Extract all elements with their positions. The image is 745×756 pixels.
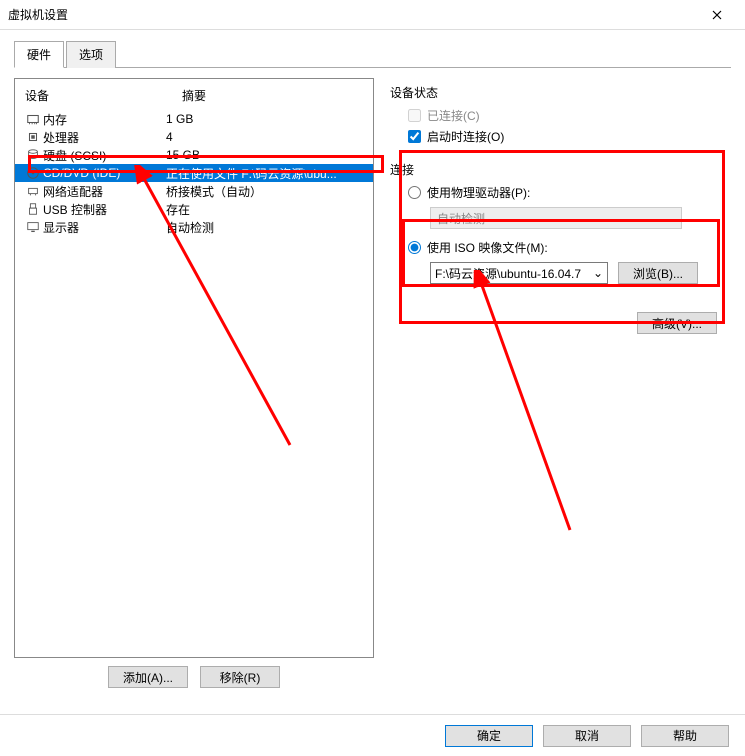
status-group: 已连接(C) 启动时连接(O) <box>390 107 725 159</box>
connected-row: 已连接(C) <box>408 107 725 124</box>
col-summary: 摘要 <box>182 87 367 104</box>
device-name: CD/DVD (IDE) <box>43 166 166 180</box>
physical-label: 使用物理驱动器(P): <box>427 184 530 201</box>
left-panel: 设备 摘要 内存1 GB处理器4硬盘 (SCSI)15 GBCD/DVD (ID… <box>14 78 374 688</box>
physical-radio-row: 使用物理驱动器(P): <box>408 184 725 201</box>
poweron-checkbox[interactable] <box>408 130 421 143</box>
device-row-disk[interactable]: 硬盘 (SCSI)15 GB <box>15 146 373 164</box>
physical-radio[interactable] <box>408 186 421 199</box>
add-button[interactable]: 添加(A)... <box>108 666 188 688</box>
advanced-button[interactable]: 高级(V)... <box>637 312 717 334</box>
iso-label: 使用 ISO 映像文件(M): <box>427 239 548 256</box>
poweron-label: 启动时连接(O) <box>427 128 504 145</box>
device-list-header: 设备 摘要 <box>15 85 373 110</box>
chevron-down-icon: ⌄ <box>593 266 603 280</box>
tab-options[interactable]: 选项 <box>66 41 116 68</box>
iso-path-text: F:\码云资源\ubuntu-16.04.7 <box>435 265 581 282</box>
device-name: USB 控制器 <box>43 201 166 218</box>
main-columns: 设备 摘要 内存1 GB处理器4硬盘 (SCSI)15 GBCD/DVD (ID… <box>14 78 731 688</box>
device-name: 显示器 <box>43 219 166 236</box>
device-value: 1 GB <box>166 112 367 126</box>
display-icon <box>23 220 43 234</box>
device-value: 15 GB <box>166 148 367 162</box>
device-row-cpu[interactable]: 处理器4 <box>15 128 373 146</box>
iso-radio-row: 使用 ISO 映像文件(M): <box>408 239 725 256</box>
connection-group: 使用物理驱动器(P): 自动检测 使用 ISO 映像文件(M): F:\码云资源… <box>390 184 725 302</box>
device-row-usb[interactable]: USB 控制器存在 <box>15 200 373 218</box>
ok-button[interactable]: 确定 <box>445 725 533 747</box>
memory-icon <box>23 112 43 126</box>
remove-button[interactable]: 移除(R) <box>200 666 280 688</box>
usb-icon <box>23 202 43 216</box>
net-icon <box>23 184 43 198</box>
device-list: 设备 摘要 内存1 GB处理器4硬盘 (SCSI)15 GBCD/DVD (ID… <box>14 78 374 658</box>
dialog-footer: 确定 取消 帮助 <box>0 714 745 756</box>
tab-strip: 硬件 选项 <box>14 40 731 68</box>
connected-label: 已连接(C) <box>427 107 480 124</box>
close-icon <box>712 10 722 20</box>
device-name: 硬盘 (SCSI) <box>43 147 166 164</box>
device-name: 内存 <box>43 111 166 128</box>
physical-sub: 自动检测 <box>430 207 725 229</box>
device-value: 正在使用文件 F:\码云资源\ubu... <box>166 165 367 182</box>
device-row-display[interactable]: 显示器自动检测 <box>15 218 373 236</box>
cd-icon <box>23 166 43 180</box>
device-value: 桥接模式（自动） <box>166 183 367 200</box>
titlebar: 虚拟机设置 <box>0 0 745 30</box>
device-name: 处理器 <box>43 129 166 146</box>
device-name: 网络适配器 <box>43 183 166 200</box>
device-value: 4 <box>166 130 367 144</box>
cancel-button[interactable]: 取消 <box>543 725 631 747</box>
dialog-content: 硬件 选项 设备 摘要 内存1 GB处理器4硬盘 (SCSI)15 GBCD/D… <box>0 30 745 702</box>
connected-checkbox <box>408 109 421 122</box>
device-row-net[interactable]: 网络适配器桥接模式（自动） <box>15 182 373 200</box>
disk-icon <box>23 148 43 162</box>
iso-radio[interactable] <box>408 241 421 254</box>
close-button[interactable] <box>697 1 737 29</box>
advanced-row: 高级(V)... <box>390 312 725 334</box>
browse-button[interactable]: 浏览(B)... <box>618 262 698 284</box>
col-device: 设备 <box>25 87 182 104</box>
device-buttons: 添加(A)... 移除(R) <box>14 666 374 688</box>
physical-drive-select: 自动检测 <box>430 207 682 229</box>
status-group-title: 设备状态 <box>390 84 725 101</box>
poweron-row: 启动时连接(O) <box>408 128 725 145</box>
device-row-cd[interactable]: CD/DVD (IDE)正在使用文件 F:\码云资源\ubu... <box>15 164 373 182</box>
iso-path-select[interactable]: F:\码云资源\ubuntu-16.04.7 ⌄ <box>430 262 608 284</box>
device-value: 自动检测 <box>166 219 367 236</box>
device-row-memory[interactable]: 内存1 GB <box>15 110 373 128</box>
help-button[interactable]: 帮助 <box>641 725 729 747</box>
right-panel: 设备状态 已连接(C) 启动时连接(O) 连接 使用物理驱动器(P): <box>384 78 731 688</box>
cpu-icon <box>23 130 43 144</box>
iso-sub: F:\码云资源\ubuntu-16.04.7 ⌄ 浏览(B)... <box>430 262 725 284</box>
device-value: 存在 <box>166 201 367 218</box>
connection-group-title: 连接 <box>390 161 725 178</box>
tab-hardware[interactable]: 硬件 <box>14 41 64 68</box>
window-title: 虚拟机设置 <box>8 6 697 23</box>
